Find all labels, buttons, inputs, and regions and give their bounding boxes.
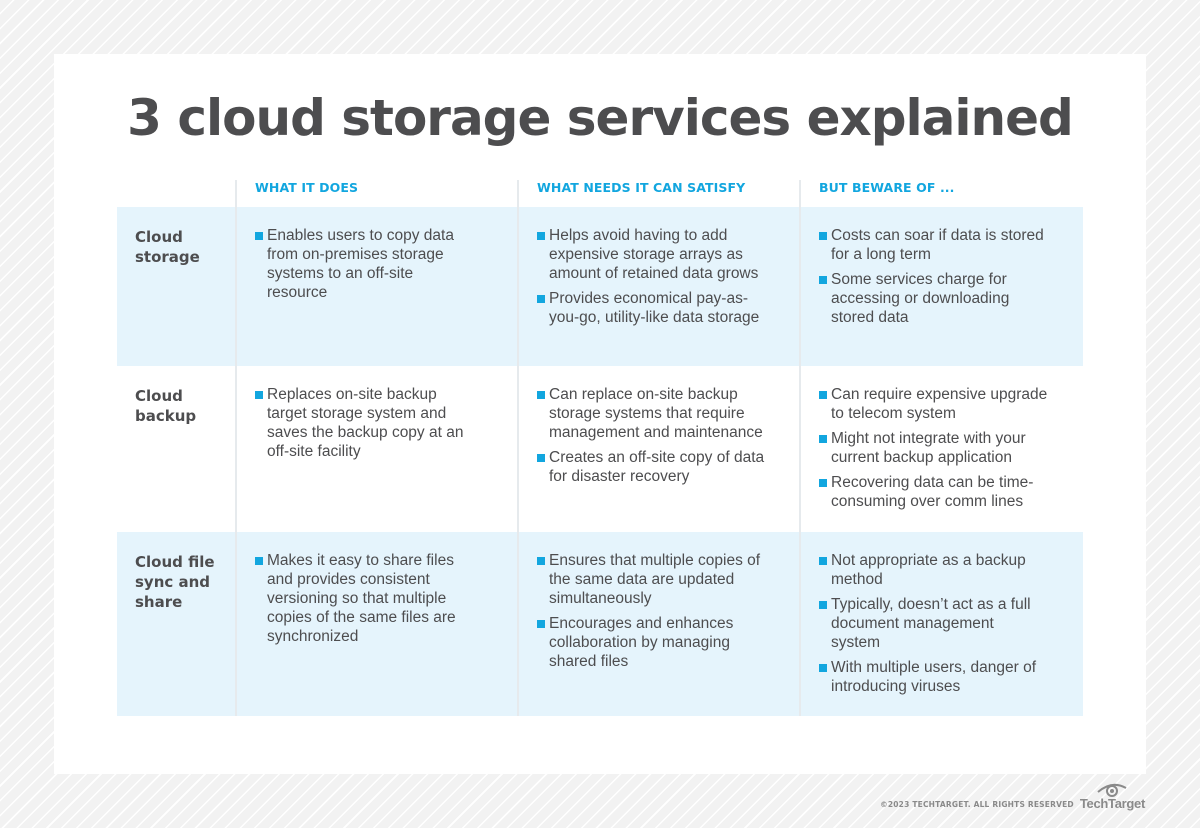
- column-divider: [517, 180, 519, 716]
- cell-beware: Not appropriate as a backup method Typica…: [819, 551, 1044, 702]
- bullet-text: Ensures that multiple copies of the same…: [549, 552, 761, 607]
- bullet-item: With multiple users, danger of introduci…: [819, 658, 1044, 696]
- bullet-item: Replaces on-site backup target storage s…: [255, 385, 480, 461]
- bullet-text: Replaces on-site backup target storage s…: [267, 386, 464, 460]
- bullet-item: Not appropriate as a backup method: [819, 551, 1044, 589]
- page-title: 3 cloud storage services explained: [127, 89, 1074, 147]
- row-label: Cloud storage: [135, 228, 200, 266]
- bullet-item: Encourages and enhances collaboration by…: [537, 614, 767, 671]
- techtarget-logo: TechTarget: [1079, 783, 1145, 811]
- bullet-square-icon: [819, 479, 827, 487]
- bullet-item: Enables users to copy data from on-premi…: [255, 226, 475, 302]
- row-label: Cloud file sync and share: [135, 553, 215, 611]
- bullet-text: With multiple users, danger of introduci…: [831, 659, 1037, 695]
- bullet-square-icon: [819, 664, 827, 672]
- bullet-text: Encourages and enhances collaboration by…: [549, 615, 734, 670]
- column-header-needs: WHAT NEEDS IT CAN SATISFY: [537, 180, 746, 195]
- table-row-cloud-backup: Cloud backup Replaces on-site backup tar…: [117, 366, 1083, 532]
- copyright-text: ©2023 TECHTARGET. ALL RIGHTS RESERVED: [880, 800, 1074, 809]
- bullet-square-icon: [819, 435, 827, 443]
- bullet-text: Makes it easy to share files and provide…: [267, 552, 456, 645]
- footer: ©2023 TECHTARGET. ALL RIGHTS RESERVED Te…: [880, 783, 1145, 811]
- bullet-item: Provides economical pay-as-you-go, utili…: [537, 289, 769, 327]
- bullet-item: Creates an off-site copy of data for dis…: [537, 448, 777, 486]
- cell-what-it-does: Enables users to copy data from on-premi…: [255, 226, 475, 308]
- bullet-text: Costs can soar if data is stored for a l…: [831, 227, 1044, 263]
- eye-icon: [1097, 783, 1127, 797]
- bullet-square-icon: [819, 557, 827, 565]
- table-header-row: WHAT IT DOES WHAT NEEDS IT CAN SATISFY B…: [117, 168, 1083, 207]
- cell-beware: Costs can soar if data is stored for a l…: [819, 226, 1051, 333]
- cell-what-it-does: Replaces on-site backup target storage s…: [255, 385, 480, 467]
- bullet-square-icon: [255, 391, 263, 399]
- bullet-text: Can replace on-site backup storage syste…: [549, 386, 763, 441]
- bullet-square-icon: [255, 232, 263, 240]
- bullet-item: Ensures that multiple copies of the same…: [537, 551, 767, 608]
- cell-needs: Ensures that multiple copies of the same…: [537, 551, 767, 677]
- bullet-square-icon: [537, 557, 545, 565]
- bullet-text: Provides economical pay-as-you-go, utili…: [549, 290, 760, 326]
- bullet-square-icon: [537, 232, 545, 240]
- bullet-square-icon: [537, 295, 545, 303]
- cell-beware: Can require expensive upgrade to telecom…: [819, 385, 1059, 517]
- bullet-text: Might not integrate with your current ba…: [831, 430, 1026, 466]
- cell-needs: Can replace on-site backup storage syste…: [537, 385, 777, 492]
- bullet-text: Some services charge for accessing or do…: [831, 271, 1010, 326]
- bullet-text: Creates an off-site copy of data for dis…: [549, 449, 765, 485]
- column-divider: [799, 180, 801, 716]
- cell-needs: Helps avoid having to add expensive stor…: [537, 226, 769, 333]
- bullet-item: Helps avoid having to add expensive stor…: [537, 226, 769, 283]
- bullet-text: Recovering data can be time-consuming ov…: [831, 474, 1034, 510]
- bullet-item: Recovering data can be time-consuming ov…: [819, 473, 1059, 511]
- bullet-item: Might not integrate with your current ba…: [819, 429, 1059, 467]
- bullet-item: Typically, doesn’t act as a full documen…: [819, 595, 1044, 652]
- bullet-item: Can require expensive upgrade to telecom…: [819, 385, 1059, 423]
- bullet-text: Helps avoid having to add expensive stor…: [549, 227, 759, 282]
- comparison-table: WHAT IT DOES WHAT NEEDS IT CAN SATISFY B…: [117, 168, 1083, 716]
- table-row-cloud-storage: Cloud storage Enables users to copy data…: [117, 207, 1083, 366]
- bullet-item: Costs can soar if data is stored for a l…: [819, 226, 1051, 264]
- bullet-item: Can replace on-site backup storage syste…: [537, 385, 777, 442]
- bullet-square-icon: [537, 454, 545, 462]
- bullet-text: Can require expensive upgrade to telecom…: [831, 386, 1048, 422]
- bullet-item: Makes it easy to share files and provide…: [255, 551, 480, 646]
- bullet-square-icon: [537, 391, 545, 399]
- bullet-text: Not appropriate as a backup method: [831, 552, 1026, 588]
- logo-text: TechTarget: [1079, 796, 1145, 811]
- row-label: Cloud backup: [135, 387, 197, 425]
- bullet-square-icon: [537, 620, 545, 628]
- column-header-beware: BUT BEWARE OF ...: [819, 180, 955, 195]
- bullet-square-icon: [819, 276, 827, 284]
- bullet-square-icon: [819, 232, 827, 240]
- bullet-text: Enables users to copy data from on-premi…: [267, 227, 454, 301]
- bullet-square-icon: [255, 557, 263, 565]
- bullet-text: Typically, doesn’t act as a full documen…: [831, 596, 1031, 651]
- infographic-card: 3 cloud storage services explained WHAT …: [54, 54, 1146, 774]
- cell-what-it-does: Makes it easy to share files and provide…: [255, 551, 480, 652]
- column-divider: [235, 180, 237, 716]
- bullet-item: Some services charge for accessing or do…: [819, 270, 1051, 327]
- bullet-square-icon: [819, 601, 827, 609]
- column-header-what-it-does: WHAT IT DOES: [255, 180, 359, 195]
- bullet-square-icon: [819, 391, 827, 399]
- table-row-cloud-file-sync: Cloud file sync and share Makes it easy …: [117, 532, 1083, 716]
